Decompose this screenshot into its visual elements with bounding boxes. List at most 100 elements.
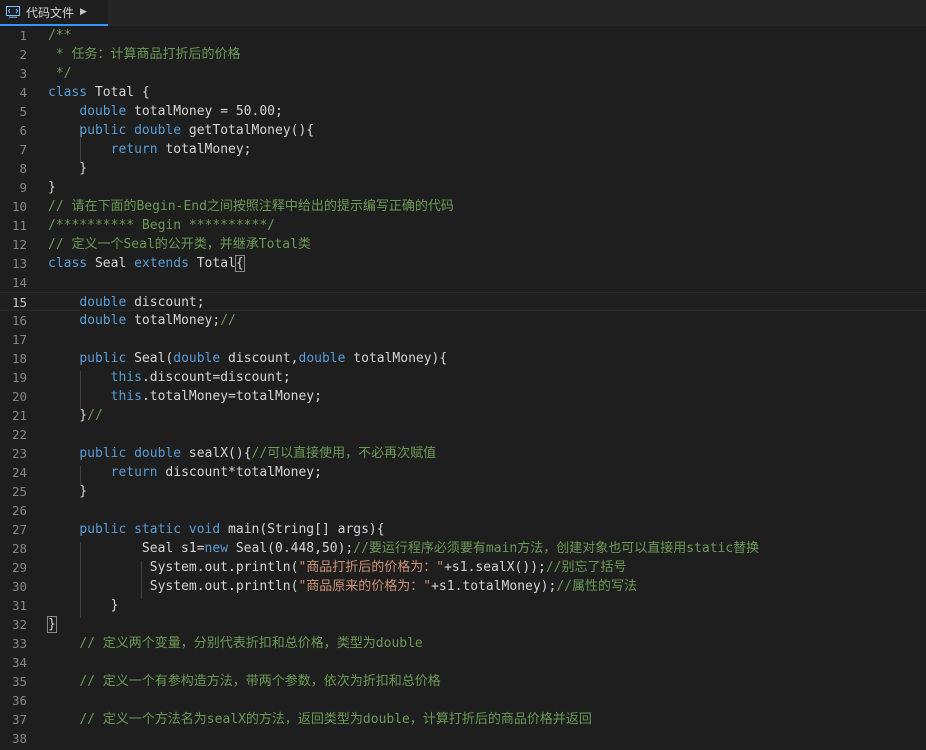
line-number: 26 bbox=[11, 503, 27, 518]
code-token: this bbox=[110, 370, 142, 385]
code-token: public bbox=[79, 351, 127, 366]
line-number: 6 bbox=[19, 123, 27, 138]
code-token: System.out.println( bbox=[48, 579, 299, 594]
code-line[interactable]: 14 bbox=[0, 273, 926, 292]
line-number: 34 bbox=[11, 655, 27, 670]
code-line[interactable]: 2 * 任务：计算商品打折后的价格 bbox=[0, 45, 926, 64]
line-number: 33 bbox=[11, 636, 27, 651]
code-line[interactable]: 15 double discount; bbox=[0, 292, 926, 311]
line-number: 15 bbox=[11, 295, 27, 310]
line-code: public static void main(String[] args){ bbox=[48, 520, 384, 539]
line-code: // 定义两个变量，分别代表折扣和总价格，类型为double bbox=[48, 634, 422, 653]
code-token: */ bbox=[48, 66, 72, 81]
code-token: public bbox=[79, 446, 127, 461]
code-line[interactable]: 34 bbox=[0, 653, 926, 672]
code-line[interactable]: 24 return discount*totalMoney; bbox=[0, 463, 926, 482]
code-token: System.out.println( bbox=[48, 560, 299, 575]
code-line[interactable]: 4 class Total { bbox=[0, 83, 926, 102]
code-line[interactable]: 5 double totalMoney = 50.00; bbox=[0, 102, 926, 121]
code-line[interactable]: 25 } bbox=[0, 482, 926, 501]
code-token: double bbox=[79, 295, 127, 310]
code-token: // 定义一个有参构造方法，带两个参数，依次为折扣和总价格 bbox=[79, 674, 441, 689]
line-number: 36 bbox=[11, 693, 27, 708]
code-line[interactable]: 6 public double getTotalMoney(){ bbox=[0, 121, 926, 140]
line-code: // 定义一个有参构造方法，带两个参数，依次为折扣和总价格 bbox=[48, 672, 441, 691]
line-number: 27 bbox=[11, 522, 27, 537]
line-code: } bbox=[48, 159, 87, 178]
code-token: double bbox=[79, 313, 127, 328]
line-number: 9 bbox=[19, 180, 27, 195]
line-code: /********** Begin **********/ bbox=[48, 216, 275, 235]
code-token: } bbox=[48, 161, 88, 176]
code-token: "商品原来的价格为：" bbox=[298, 579, 432, 594]
code-token: totalMoney; bbox=[126, 313, 221, 328]
code-token: // 定义一个方法名为sealX的方法，返回类型为double，计算打折后的商品… bbox=[79, 712, 592, 727]
code-token: double bbox=[134, 446, 182, 461]
code-token: this bbox=[110, 389, 142, 404]
line-number: 4 bbox=[19, 85, 27, 100]
play-arrow-icon[interactable]: ▶ bbox=[80, 7, 87, 17]
code-line[interactable]: 30 System.out.println("商品原来的价格为："+s1.tot… bbox=[0, 577, 926, 596]
code-line[interactable]: 22 bbox=[0, 425, 926, 444]
code-line[interactable]: 23 public double sealX(){//可以直接使用，不必再次赋值 bbox=[0, 444, 926, 463]
code-line[interactable]: 28 Seal s1=new Seal(0.448,50);//要运行程序必须要… bbox=[0, 539, 926, 558]
code-token: public bbox=[79, 123, 127, 138]
code-line[interactable]: 36 bbox=[0, 691, 926, 710]
code-line[interactable]: 32} bbox=[0, 615, 926, 634]
code-token: class bbox=[48, 256, 88, 271]
code-line[interactable]: 3 */ bbox=[0, 64, 926, 83]
code-line[interactable]: 8 } bbox=[0, 159, 926, 178]
line-number: 1 bbox=[19, 28, 27, 43]
line-number: 10 bbox=[11, 199, 27, 214]
code-line[interactable]: 10 // 请在下面的Begin-End之间按照注释中给出的提示编写正确的代码 bbox=[0, 197, 926, 216]
code-token: class bbox=[48, 85, 88, 100]
code-line[interactable]: 20 this.totalMoney=totalMoney; bbox=[0, 387, 926, 406]
line-number: 17 bbox=[11, 332, 27, 347]
code-token: totalMoney; bbox=[157, 142, 252, 157]
line-number: 23 bbox=[11, 446, 27, 461]
code-line[interactable]: 33 // 定义两个变量，分别代表折扣和总价格，类型为double bbox=[0, 634, 926, 653]
code-token: discount, bbox=[220, 351, 299, 366]
line-number: 37 bbox=[11, 712, 27, 727]
tab-label: 代码文件 bbox=[26, 5, 75, 20]
code-line[interactable]: 29 System.out.println("商品打折后的价格为："+s1.se… bbox=[0, 558, 926, 577]
code-line[interactable]: 35 // 定义一个有参构造方法，带两个参数，依次为折扣和总价格 bbox=[0, 672, 926, 691]
tab-code-file[interactable]: 代码文件 ▶ bbox=[0, 0, 108, 26]
code-line[interactable]: 7 return totalMoney; bbox=[0, 140, 926, 159]
code-token: * 任务：计算商品打折后的价格 bbox=[48, 47, 241, 62]
code-token: void bbox=[188, 522, 221, 537]
code-line[interactable]: 13 class Seal extends Total{ bbox=[0, 254, 926, 273]
code-line[interactable]: 16 double totalMoney;// bbox=[0, 311, 926, 330]
code-line[interactable]: 38 bbox=[0, 729, 926, 748]
code-line[interactable]: 37 // 定义一个方法名为sealX的方法，返回类型为double，计算打折后… bbox=[0, 710, 926, 729]
line-number: 13 bbox=[11, 256, 27, 271]
line-number: 29 bbox=[11, 560, 27, 575]
code-line[interactable]: 17 bbox=[0, 330, 926, 349]
line-number: 28 bbox=[11, 541, 27, 556]
code-token: /********** Begin **********/ bbox=[48, 218, 275, 233]
line-code: this.totalMoney=totalMoney; bbox=[48, 387, 322, 406]
line-number: 32 bbox=[11, 617, 27, 632]
code-line[interactable]: 27 public static void main(String[] args… bbox=[0, 520, 926, 539]
editor-area[interactable]: 1/** 2 * 任务：计算商品打折后的价格 3 */4 class Total {5… bbox=[0, 26, 926, 750]
line-code: System.out.println("商品原来的价格为："+s1.totalM… bbox=[48, 577, 637, 596]
code-line[interactable]: 12 // 定义一个Seal的公开类，并继承Total类 bbox=[0, 235, 926, 254]
code-token: double bbox=[79, 104, 127, 119]
code-line[interactable]: 21 }// bbox=[0, 406, 926, 425]
line-number: 14 bbox=[11, 275, 27, 290]
code-line[interactable]: 11 /********** Begin **********/ bbox=[0, 216, 926, 235]
code-line[interactable]: 18 public Seal(double discount,double to… bbox=[0, 349, 926, 368]
code-line[interactable]: 1 /** bbox=[0, 26, 926, 45]
code-line[interactable]: 31 } bbox=[0, 596, 926, 615]
code-line[interactable]: 19 this.discount=discount; bbox=[0, 368, 926, 387]
line-code: double discount; bbox=[48, 293, 204, 312]
line-code: double totalMoney;// bbox=[48, 311, 236, 330]
code-line[interactable]: 26 bbox=[0, 501, 926, 520]
code-line[interactable]: 9} bbox=[0, 178, 926, 197]
line-code: // 定义一个Seal的公开类，并继承Total类 bbox=[48, 235, 311, 254]
line-number: 30 bbox=[11, 579, 27, 594]
